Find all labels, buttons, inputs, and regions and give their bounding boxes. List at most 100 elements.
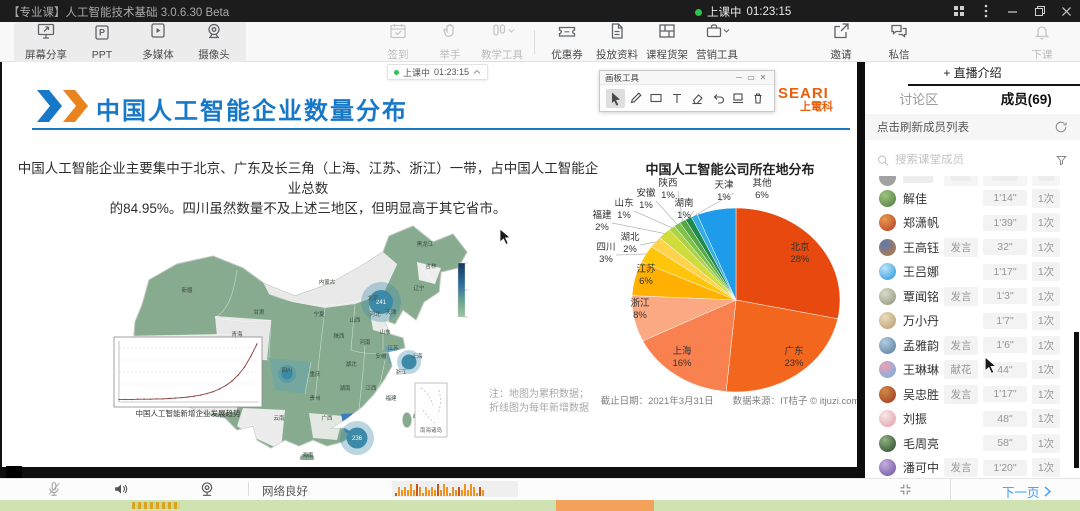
board-tool[interactable] [729,89,748,108]
end-class-button[interactable]: 下课 [1020,23,1064,61]
member-name: 潘可中 [903,459,939,476]
more-menu-icon[interactable] [972,0,999,22]
member-avatar [879,288,896,305]
course-shelf-button[interactable]: 课程货架 [645,23,689,61]
close-button[interactable] [1053,0,1080,22]
svg-text:山东: 山东 [379,328,391,336]
teaching-tools-button[interactable]: 教学工具 [480,23,524,61]
multimedia-button[interactable]: 多媒体 [136,23,180,61]
chevron-right-icon [1043,486,1052,497]
class-timer-pill[interactable]: 上课中 01:23:15 [387,64,488,80]
pie-slices [632,208,840,392]
collapse-chevron-icon[interactable] [473,69,481,75]
member-row[interactable]: 孟雅韵 发言 1'6" 1次 [865,333,1080,358]
tab-discussion[interactable]: 讨论区 [865,88,973,114]
svg-text:湖北: 湖北 [345,360,357,368]
panel-close-icon[interactable]: ✕ [757,73,769,82]
rectangle-tool[interactable] [647,89,666,108]
materials-button[interactable]: 投放资料 [595,23,639,61]
restore-button[interactable] [1026,0,1053,22]
svg-text:P: P [99,27,105,37]
live-classroom-app: 【专业课】人工智能技术基础 3.0.6.30 Beta 上课中 01:23:15 [0,0,1080,511]
map-note: 注：地图为累积数据； 折线图为每年新增数据 [489,388,589,416]
window-title: 【专业课】人工智能技术基础 3.0.6.30 Beta [8,4,229,20]
live-intro-header[interactable]: + 直播介绍 [865,62,1080,84]
member-row[interactable]: 万小丹 1'7" 1次 [865,309,1080,334]
member-action-badge[interactable]: 发言 [944,385,978,404]
tab-members[interactable]: 成员(69) [973,88,1080,114]
svg-text:广东: 广东 [351,412,363,420]
raise-hand-button[interactable]: 举手 [428,23,472,61]
sign-in-button[interactable]: 签到 [376,23,420,61]
panel-restore-icon[interactable]: ▭ [745,73,757,82]
apps-grid-icon[interactable] [945,0,972,22]
member-action-badge[interactable]: 发言 [944,238,978,257]
next-page-link[interactable]: 下一页 [1002,482,1052,501]
svg-text:江西: 江西 [365,385,377,392]
title-underline [32,128,850,130]
invite-button[interactable]: 邀请 [819,23,863,61]
member-count-badge: 1次 [1032,287,1060,306]
svg-text:其他: 其他 [752,177,772,189]
refresh-icon[interactable] [1054,120,1068,134]
member-action-badge[interactable]: 发言 [944,336,978,355]
teaching-tools-icon [489,21,515,46]
member-count-badge: 1次 [1032,262,1060,281]
svg-text:1%: 1% [717,192,731,203]
minimize-button[interactable] [999,0,1026,22]
member-name: 王高钰 [903,239,939,256]
svg-text:吉林: 吉林 [425,262,437,270]
member-list-scrollbar[interactable] [1074,332,1079,468]
eraser-tool[interactable] [688,89,707,108]
marketing-tools-button[interactable]: 营销工具 [695,23,739,61]
screen-share-button[interactable]: 屏幕分享 [24,23,68,61]
member-time-badge: 1'6" [983,337,1027,353]
member-row[interactable]: 潘可中 发言 1'20" 1次 [865,456,1080,479]
pen-tool[interactable] [626,89,645,108]
member-name: 毛周亮 [903,435,939,452]
whiteboard-panel-titlebar[interactable]: 画板工具 ─ ▭ ✕ [600,71,774,85]
svg-text:安徽: 安徽 [375,352,387,360]
member-name: 覃闻铭 [903,288,939,305]
member-action-badge[interactable]: 发言 [944,287,978,306]
direct-message-button[interactable]: 私信 [877,23,921,61]
member-row[interactable]: 王琳琳 献花 44" 1次 [865,358,1080,383]
member-avatar [879,361,896,378]
shelf-icon [657,21,677,46]
member-count-badge: 1次 [1032,385,1060,404]
main-toolbar: 屏幕分享 P PPT 多媒体 摄像头 签到 举手 教学工具 [0,22,1080,62]
coupon-button[interactable]: 优惠券 [545,23,589,61]
undo-tool[interactable] [708,89,727,108]
member-name: 刘振 [903,410,939,427]
whiteboard-tools-panel[interactable]: 画板工具 ─ ▭ ✕ [599,70,775,112]
member-row[interactable]: 毛周亮 58" 1次 [865,431,1080,456]
member-list[interactable]: 解佳 1'14" 1次 郑潇帆 1'39" 1次 王高钰 发言 [865,176,1080,478]
search-input[interactable] [895,154,1049,166]
member-row[interactable]: 覃闻铭 发言 1'3" 1次 [865,284,1080,309]
member-avatar [879,435,896,452]
member-time-badge: 1'17" [983,264,1027,280]
member-row[interactable]: 郑潇帆 1'39" 1次 [865,211,1080,236]
member-row[interactable]: 吴忠胜 发言 1'17" 1次 [865,382,1080,407]
select-cursor-tool[interactable] [606,89,625,108]
clear-trash-tool[interactable] [749,89,768,108]
footer-divider [950,478,951,500]
filter-funnel-icon[interactable] [1055,153,1068,167]
raise-hand-icon [440,21,460,46]
search-icon [877,154,889,167]
member-row[interactable]: 王吕娜 1'17" 1次 [865,260,1080,285]
member-row[interactable]: 刘振 48" 1次 [865,407,1080,432]
member-action-badge[interactable]: 献花 [944,360,978,379]
webcam-button[interactable]: 摄像头 [192,23,236,61]
refresh-members-bar[interactable]: 点击刷新成员列表 [865,114,1080,140]
member-row[interactable]: 王高钰 发言 32" 1次 [865,235,1080,260]
window-controls [945,0,1080,22]
svg-text:天津: 天津 [385,309,397,316]
member-row[interactable]: 解佳 1'14" 1次 [865,186,1080,211]
svg-text:黑龙江: 黑龙江 [417,240,434,248]
ppt-button[interactable]: P PPT [80,23,124,61]
panel-minimize-icon[interactable]: ─ [733,73,745,82]
bottombar-divider [248,482,249,496]
text-tool[interactable] [667,89,686,108]
member-action-badge[interactable]: 发言 [944,458,978,477]
